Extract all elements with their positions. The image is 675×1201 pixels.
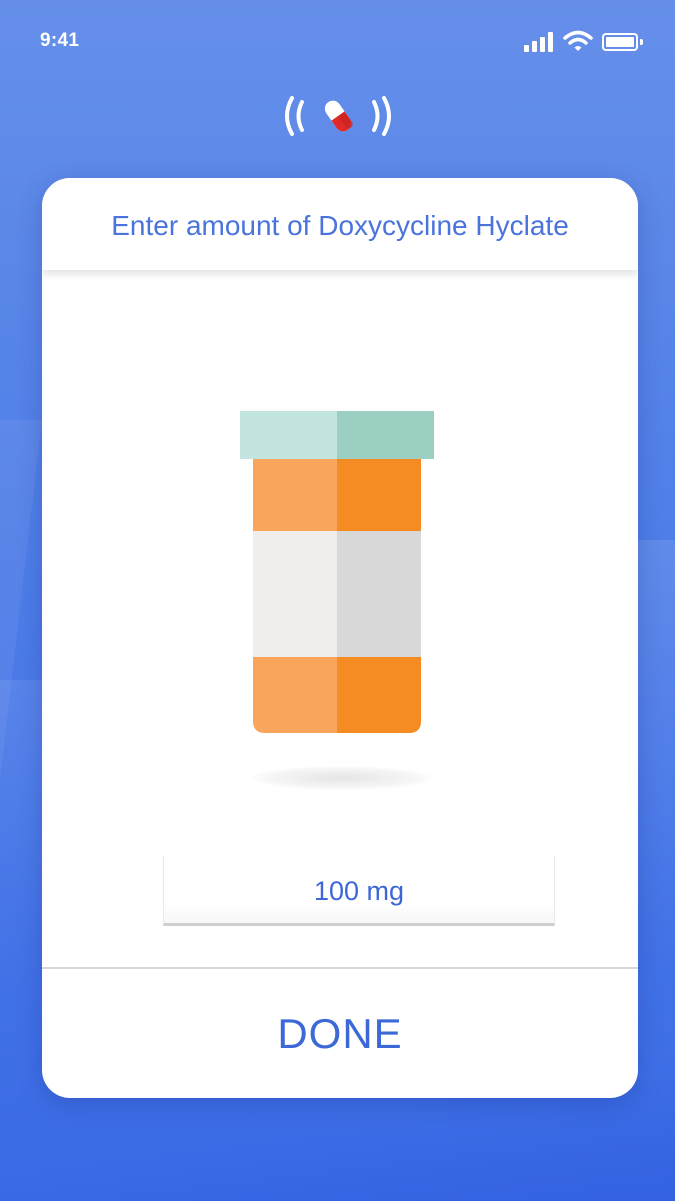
pill-bottle-icon [240, 411, 434, 733]
dose-amount-field[interactable]: 100 mg [163, 856, 555, 926]
pill-broadcast-icon [285, 96, 391, 136]
background-facet [0, 680, 42, 980]
background-facet [0, 1080, 675, 1201]
signal-icon [524, 32, 556, 52]
battery-icon [602, 33, 644, 51]
dose-entry-card: Enter amount of Doxycycline Hyclate 100 … [42, 178, 638, 1098]
background-facet [635, 540, 675, 960]
dose-amount-value: 100 mg [313, 876, 405, 906]
wifi-icon [563, 30, 593, 51]
status-time: 9:41 [40, 30, 80, 51]
status-bar: 9:41 [0, 0, 675, 84]
dose-prompt: Enter amount of Doxycycline Hyclate [111, 210, 569, 241]
bottle-shadow [252, 766, 432, 790]
done-button[interactable]: DONE [42, 969, 638, 1098]
card-header: Enter amount of Doxycycline Hyclate [42, 178, 638, 270]
